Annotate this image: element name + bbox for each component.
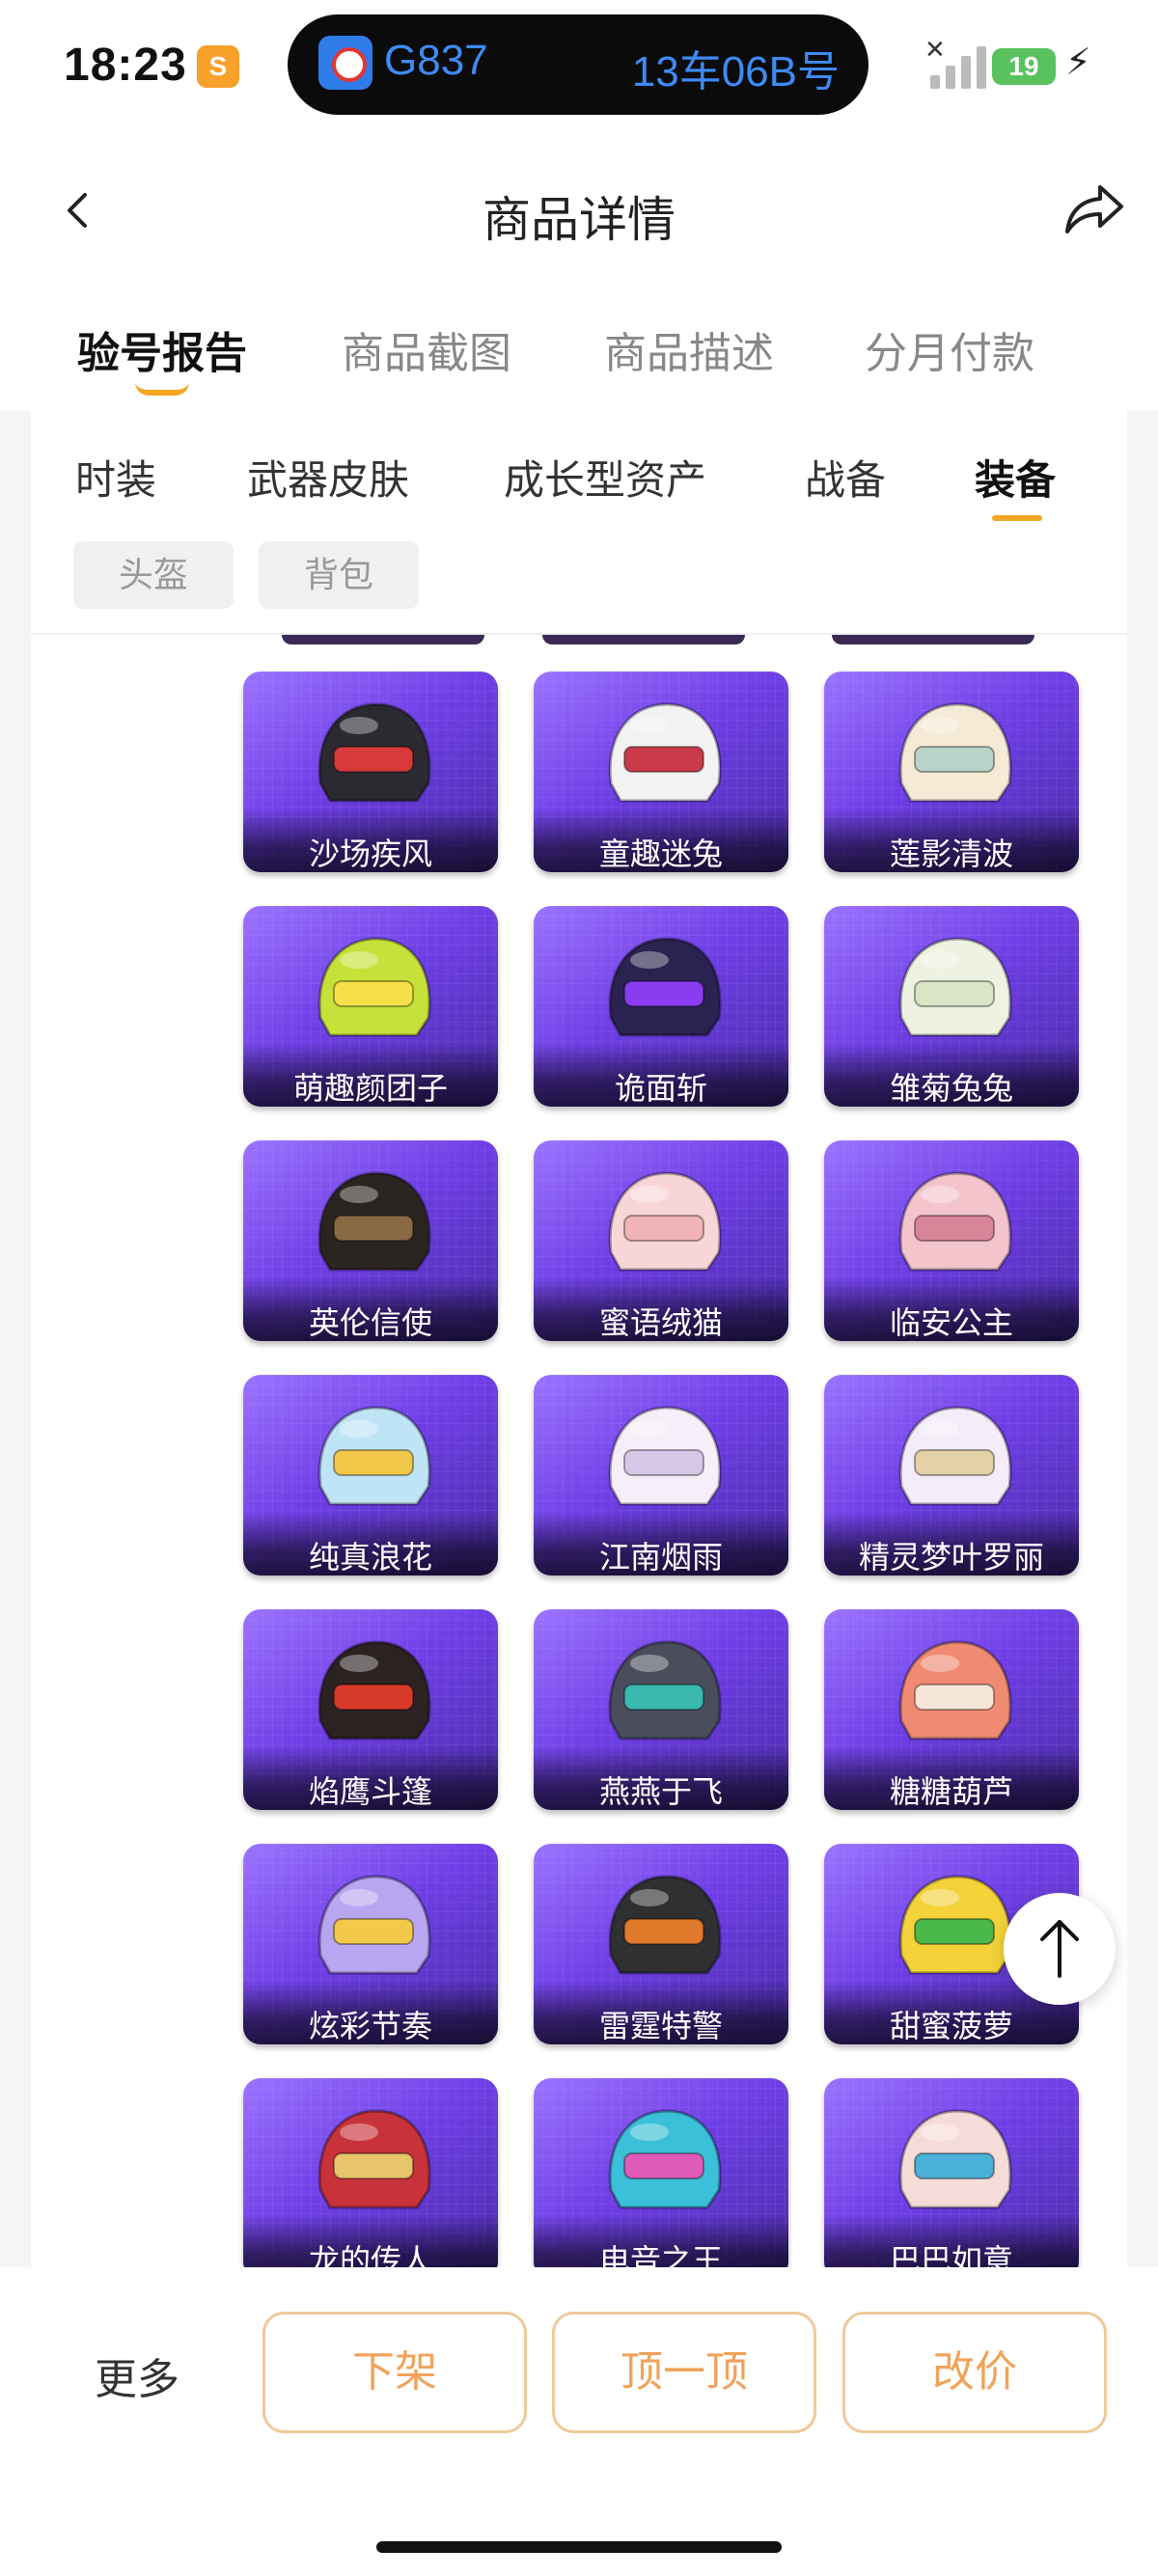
helmet-item[interactable]: 焰鹰斗篷	[243, 1609, 498, 1810]
item-name: 诡面斩	[534, 1043, 788, 1107]
helmet-item[interactable]: 蜜语绒猫	[534, 1140, 788, 1341]
helmet-icon	[317, 1640, 431, 1740]
helmet-icon	[898, 702, 1012, 803]
helmet-icon	[898, 937, 1012, 1037]
tab-inspection-report[interactable]: 验号报告	[77, 318, 247, 380]
item-name: 蜜语绒猫	[534, 1277, 788, 1341]
helmet-item[interactable]: 英伦信使	[243, 1140, 498, 1341]
category-tabs: 时装 武器皮肤 成长型资产 战备 装备	[31, 411, 1127, 521]
railway-app-icon	[318, 36, 372, 90]
item-grid: 沙场疾风 童趣迷兔 莲影清波萌趣颜团子 诡面斩 雏菊兔兔英伦信使 蜜语绒猫 临安公主纯真浪花…	[31, 635, 1127, 2273]
partial-item-top	[542, 635, 745, 644]
helmet-item[interactable]: 莲影清波	[824, 671, 1079, 872]
item-name: 雷霆特警	[534, 1981, 788, 2044]
active-subtab-indicator	[992, 515, 1042, 521]
helmet-item[interactable]: 巴巴如意	[824, 2078, 1079, 2273]
change-price-button[interactable]: 改价	[842, 2312, 1107, 2433]
item-name: 焰鹰斗篷	[243, 1746, 498, 1810]
tab-weapon-skins[interactable]: 武器皮肤	[247, 448, 409, 507]
helmet-icon	[898, 1640, 1012, 1740]
helmet-item[interactable]: 糖糖葫芦	[824, 1609, 1079, 1810]
item-name: 巴巴如意	[824, 2215, 1079, 2273]
item-name: 纯真浪花	[243, 1512, 498, 1576]
home-indicator	[376, 2541, 782, 2553]
page-title: 商品详情	[482, 193, 676, 247]
helmet-item[interactable]: 萌趣颜团子	[243, 906, 498, 1107]
helmet-item[interactable]: 临安公主	[824, 1140, 1079, 1341]
helmet-icon	[317, 937, 431, 1037]
item-name: 沙场疾风	[243, 808, 498, 872]
helmet-icon	[608, 937, 722, 1037]
helmet-item[interactable]: 龙的传人	[243, 2078, 498, 2273]
helmet-item[interactable]: 江南烟雨	[534, 1375, 788, 1576]
helmet-icon	[317, 1406, 431, 1506]
helmet-icon	[608, 2109, 722, 2209]
helmet-item[interactable]: 电音之王	[534, 2078, 788, 2273]
partial-item-top	[282, 635, 484, 644]
helmet-item[interactable]: 精灵梦叶罗丽	[824, 1375, 1079, 1576]
helmet-item[interactable]: 燕燕于飞	[534, 1609, 788, 1810]
tab-outfits[interactable]: 时装	[75, 448, 156, 507]
item-name: 临安公主	[824, 1277, 1079, 1341]
tab-growth-assets[interactable]: 成长型资产	[504, 448, 706, 507]
helmet-icon	[898, 1406, 1012, 1506]
nav-header: 商品详情	[0, 135, 1158, 289]
tab-combat-gear[interactable]: 战备	[805, 448, 886, 507]
helmet-icon	[608, 1171, 722, 1272]
item-name: 萌趣颜团子	[243, 1043, 498, 1107]
charging-icon: ⚡	[1065, 42, 1091, 83]
helmet-icon	[317, 2109, 431, 2209]
status-bar: 18:23 S G837 13车06B号 ✕ 19 ⚡	[0, 0, 1158, 135]
tab-screenshots[interactable]: 商品截图	[342, 318, 511, 380]
item-name: 童趣迷兔	[534, 808, 788, 872]
item-name: 炫彩节奏	[243, 1981, 498, 2044]
helmet-icon	[317, 1171, 431, 1272]
helmet-icon	[898, 2109, 1012, 2209]
helmet-icon	[317, 702, 431, 803]
helmet-item[interactable]: 童趣迷兔	[534, 671, 788, 872]
item-name: 电音之王	[534, 2215, 788, 2273]
partial-item-top	[832, 635, 1034, 644]
item-name: 英伦信使	[243, 1277, 498, 1341]
helmet-item[interactable]: 沙场疾风	[243, 671, 498, 872]
helmet-icon	[608, 1406, 722, 1506]
helmet-icon	[317, 1875, 431, 1975]
tab-equipment[interactable]: 装备	[975, 448, 1056, 507]
arrow-up-icon	[1040, 1920, 1079, 1978]
bump-button[interactable]: 顶一顶	[552, 2312, 816, 2433]
report-card: 时装 武器皮肤 成长型资产 战备 装备 头盔 背包 沙场疾风 童趣迷兔 莲影清波萌趣…	[31, 411, 1127, 2273]
clock: 18:23	[64, 40, 187, 91]
item-name: 糖糖葫芦	[824, 1746, 1079, 1810]
tab-description[interactable]: 商品描述	[604, 318, 774, 380]
helmet-icon	[608, 1875, 722, 1975]
seat-number: 13车06B号	[631, 48, 840, 96]
chip-backpack[interactable]: 背包	[259, 541, 419, 609]
more-button[interactable]: 更多	[95, 2344, 179, 2406]
bottom-action-bar: 更多 下架 顶一顶 改价	[0, 2267, 1158, 2576]
item-name: 龙的传人	[243, 2215, 498, 2273]
helmet-icon	[898, 1171, 1012, 1272]
chip-helmet[interactable]: 头盔	[73, 541, 234, 609]
train-number: G837	[384, 37, 488, 84]
item-name: 精灵梦叶罗丽	[824, 1512, 1079, 1576]
tab-installments[interactable]: 分月付款	[865, 318, 1034, 380]
helmet-item[interactable]: 雏菊兔兔	[824, 906, 1079, 1107]
helmet-item[interactable]: 诡面斩	[534, 906, 788, 1107]
active-tab-indicator	[135, 382, 189, 396]
item-name: 燕燕于飞	[534, 1746, 788, 1810]
scroll-to-top-button[interactable]	[1004, 1893, 1116, 2005]
delist-button[interactable]: 下架	[262, 2312, 527, 2433]
helmet-icon	[608, 1640, 722, 1740]
helmet-item[interactable]: 纯真浪花	[243, 1375, 498, 1576]
battery-icon: 19	[992, 48, 1056, 85]
helmet-item[interactable]: 炫彩节奏	[243, 1844, 498, 2044]
item-name: 江南烟雨	[534, 1512, 788, 1576]
share-arrow-icon[interactable]	[1063, 181, 1125, 235]
main-tabs: 验号报告 商品截图 商品描述 分月付款	[0, 289, 1158, 411]
item-name: 雏菊兔兔	[824, 1043, 1079, 1107]
helmet-item[interactable]: 雷霆特警	[534, 1844, 788, 2044]
app-notification-icon: S	[197, 45, 239, 88]
helmet-icon	[608, 702, 722, 803]
item-name: 莲影清波	[824, 808, 1079, 872]
